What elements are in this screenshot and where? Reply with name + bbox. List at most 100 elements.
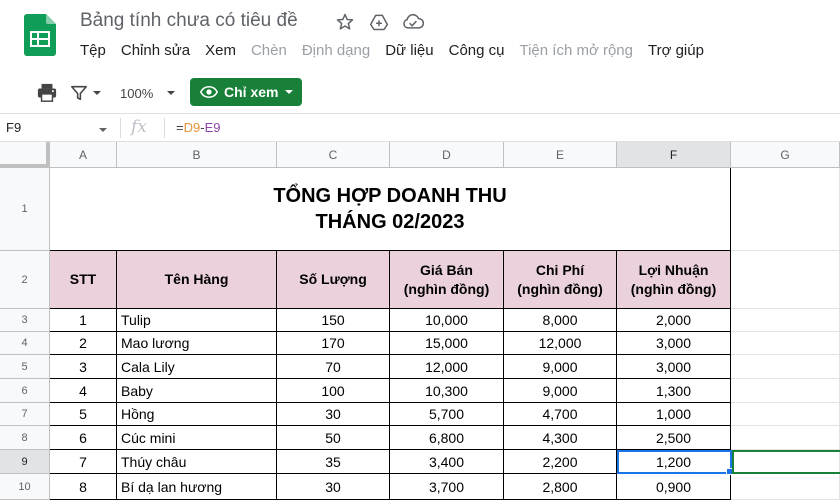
row-header-9[interactable]: 9 <box>0 450 50 474</box>
cell-d9[interactable]: 3,400 <box>390 450 504 474</box>
column-header-c[interactable]: C <box>277 142 390 168</box>
zoom-select[interactable]: 100% <box>120 80 153 106</box>
cell-d7[interactable]: 5,700 <box>390 403 504 426</box>
row-header-8[interactable]: 8 <box>0 426 50 450</box>
view-only-button[interactable]: Chỉ xem <box>190 78 302 106</box>
fill-handle[interactable] <box>726 468 733 475</box>
cell-d5[interactable]: 12,000 <box>390 355 504 379</box>
header-cell-c[interactable]: Số Lượng <box>277 251 390 309</box>
cell-e8[interactable]: 4,300 <box>504 426 617 450</box>
cell-e3[interactable]: 8,000 <box>504 309 617 332</box>
cell-a7[interactable]: 5 <box>50 403 117 426</box>
cell-e7[interactable]: 4,700 <box>504 403 617 426</box>
cell-a8[interactable]: 6 <box>50 426 117 450</box>
header-cell-e[interactable]: Chi Phí (nghìn đồng) <box>504 251 617 309</box>
cell-g2[interactable] <box>731 251 840 309</box>
cell-a4[interactable]: 2 <box>50 332 117 355</box>
row-header-4[interactable]: 4 <box>0 332 50 355</box>
move-to-drive-icon[interactable] <box>367 10 391 34</box>
header-cell-f[interactable]: Lợi Nhuận (nghìn đồng) <box>617 251 731 309</box>
cell-a3[interactable]: 1 <box>50 309 117 332</box>
name-box[interactable]: F9 <box>6 120 21 135</box>
menu-help[interactable]: Trợ giúp <box>648 42 704 59</box>
row-header-7[interactable]: 7 <box>0 403 50 426</box>
column-header-a[interactable]: A <box>50 142 117 168</box>
row-header-1[interactable]: 1 <box>0 168 50 251</box>
cell-e10[interactable]: 2,800 <box>504 474 617 500</box>
cell-c3[interactable]: 150 <box>277 309 390 332</box>
cell-a5[interactable]: 3 <box>50 355 117 379</box>
cell-f5[interactable]: 3,000 <box>617 355 731 379</box>
cell-d3[interactable]: 10,000 <box>390 309 504 332</box>
header-cell-d[interactable]: Giá Bán (nghìn đồng) <box>390 251 504 309</box>
column-header-e[interactable]: E <box>504 142 617 168</box>
menu-tools[interactable]: Công cụ <box>449 42 505 59</box>
sheet-title-cell[interactable]: TỔNG HỢP DOANH THU THÁNG 02/2023 <box>50 168 731 251</box>
row-header-2[interactable]: 2 <box>0 251 50 309</box>
cell-f3[interactable]: 2,000 <box>617 309 731 332</box>
header-cell-a[interactable]: STT <box>50 251 117 309</box>
cell-f9[interactable]: 1,200 <box>617 450 731 474</box>
cell-d10[interactable]: 3,700 <box>390 474 504 500</box>
row-header-6[interactable]: 6 <box>0 379 50 403</box>
menu-data[interactable]: Dữ liệu <box>385 42 433 59</box>
filter-icon[interactable] <box>70 80 88 106</box>
cell-f4[interactable]: 3,000 <box>617 332 731 355</box>
cell-c4[interactable]: 170 <box>277 332 390 355</box>
cell-a9[interactable]: 7 <box>50 450 117 474</box>
cell-a6[interactable]: 4 <box>50 379 117 403</box>
star-icon[interactable] <box>333 10 357 34</box>
cell-g7[interactable] <box>731 403 840 426</box>
menu-edit[interactable]: Chỉnh sửa <box>121 42 190 59</box>
column-header-g[interactable]: G <box>731 142 840 168</box>
cell-g4[interactable] <box>731 332 840 355</box>
menu-file[interactable]: Tệp <box>80 42 106 59</box>
cell-c8[interactable]: 50 <box>277 426 390 450</box>
cell-d6[interactable]: 10,300 <box>390 379 504 403</box>
cell-a10[interactable]: 8 <box>50 474 117 500</box>
cell-g6[interactable] <box>731 379 840 403</box>
filter-dropdown-icon[interactable] <box>92 80 102 106</box>
formula-input[interactable]: =D9-E9 <box>176 120 220 135</box>
cell-e6[interactable]: 9,000 <box>504 379 617 403</box>
cell-c5[interactable]: 70 <box>277 355 390 379</box>
cell-f8[interactable]: 2,500 <box>617 426 731 450</box>
document-title[interactable]: Bảng tính chưa có tiêu đề <box>80 10 298 32</box>
cell-b8[interactable]: Cúc mini <box>117 426 277 450</box>
cell-e9[interactable]: 2,200 <box>504 450 617 474</box>
zoom-dropdown-icon[interactable] <box>166 80 176 106</box>
column-header-d[interactable]: D <box>390 142 504 168</box>
cell-b3[interactable]: Tulip <box>117 309 277 332</box>
cell-g9[interactable] <box>731 450 840 474</box>
row-header-3[interactable]: 3 <box>0 309 50 332</box>
column-header-f[interactable]: F <box>617 142 731 168</box>
cell-g8[interactable] <box>731 426 840 450</box>
cell-c9[interactable]: 35 <box>277 450 390 474</box>
header-cell-b[interactable]: Tên Hàng <box>117 251 277 309</box>
cell-f6[interactable]: 1,300 <box>617 379 731 403</box>
cell-b5[interactable]: Cala Lily <box>117 355 277 379</box>
cell-d4[interactable]: 15,000 <box>390 332 504 355</box>
name-box-dropdown-icon[interactable] <box>98 122 108 140</box>
cell-g5[interactable] <box>731 355 840 379</box>
cell-g3[interactable] <box>731 309 840 332</box>
cell-f10[interactable]: 0,900 <box>617 474 731 500</box>
select-all-corner[interactable] <box>0 142 50 168</box>
menu-view[interactable]: Xem <box>205 42 236 59</box>
cell-c7[interactable]: 30 <box>277 403 390 426</box>
cell-b9[interactable]: Thúy châu <box>117 450 277 474</box>
cell-g10[interactable] <box>731 474 840 500</box>
cell-d8[interactable]: 6,800 <box>390 426 504 450</box>
cell-e5[interactable]: 9,000 <box>504 355 617 379</box>
row-header-10[interactable]: 10 <box>0 474 50 500</box>
cell-c6[interactable]: 100 <box>277 379 390 403</box>
print-icon[interactable] <box>36 80 58 106</box>
column-header-b[interactable]: B <box>117 142 277 168</box>
cell-e4[interactable]: 12,000 <box>504 332 617 355</box>
cell-b7[interactable]: Hồng <box>117 403 277 426</box>
cell-b10[interactable]: Bí dạ lan hương <box>117 474 277 500</box>
cell-b6[interactable]: Baby <box>117 379 277 403</box>
cell-g1[interactable] <box>731 168 840 251</box>
row-header-5[interactable]: 5 <box>0 355 50 379</box>
sheets-logo-icon[interactable] <box>24 14 56 56</box>
